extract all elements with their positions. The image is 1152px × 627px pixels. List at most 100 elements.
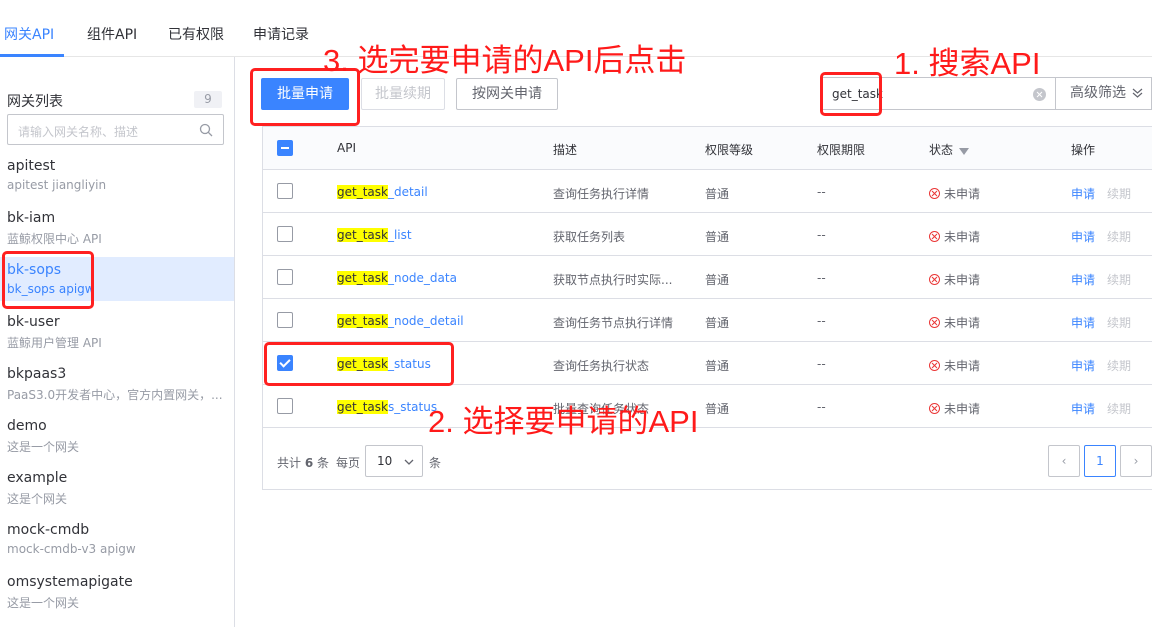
advanced-filter-button[interactable]: 高级筛选: [1055, 77, 1152, 110]
gateway-name: bkpaas3: [7, 366, 67, 382]
api-name-link[interactable]: get_task_node_detail: [337, 314, 464, 328]
gateway-count-badge: 9: [194, 91, 222, 108]
select-all-checkbox[interactable]: [277, 140, 293, 156]
gateway-desc: 这是一个网关: [7, 440, 80, 454]
api-name-rest: _detail: [387, 185, 428, 199]
gateway-search-input[interactable]: 请输入网关名称、描述: [7, 114, 224, 145]
total-prefix: 共计: [277, 456, 302, 470]
api-ops: 申请 续期: [1071, 271, 1131, 288]
gateway-item-apitest[interactable]: apitest apitest jiangliyin: [0, 153, 234, 197]
api-expire: --: [817, 185, 826, 199]
gateway-list-title: 网关列表: [7, 94, 63, 110]
api-status-label: 未申请: [944, 187, 981, 201]
api-name-link[interactable]: get_task_list: [337, 228, 412, 242]
batch-renew-button[interactable]: 批量续期: [361, 78, 445, 110]
page-number-button[interactable]: 1: [1084, 445, 1116, 477]
renew-link[interactable]: 续期: [1107, 273, 1131, 287]
per-page-label: 每页: [336, 456, 361, 470]
apply-link[interactable]: 申请: [1071, 316, 1095, 330]
gateway-item-omsystemapigate[interactable]: omsystemapigate 这是一个网关: [0, 569, 234, 613]
prev-page-button[interactable]: ‹: [1048, 445, 1080, 477]
total-count: 共计 6 条: [277, 454, 329, 471]
api-ops: 申请 续期: [1071, 400, 1131, 417]
api-name-rest: _node_detail: [387, 314, 464, 328]
gateway-desc: PaaS3.0开发者中心，官方内置网关，...: [7, 388, 223, 402]
api-status-label: 未申请: [944, 230, 981, 244]
api-name-link[interactable]: get_task_node_data: [337, 271, 457, 285]
row-checkbox[interactable]: [277, 269, 293, 285]
api-expire: --: [817, 314, 826, 328]
renew-link[interactable]: 续期: [1107, 402, 1131, 416]
gateway-name: apitest: [7, 158, 56, 174]
row-checkbox[interactable]: [277, 312, 293, 328]
tab-gateway-api[interactable]: 网关API: [4, 24, 54, 44]
gateway-item-demo[interactable]: demo 这是一个网关: [0, 413, 234, 457]
close-circle-icon: [929, 403, 940, 414]
api-ops: 申请 续期: [1071, 357, 1131, 374]
renew-link[interactable]: 续期: [1107, 187, 1131, 201]
total-suffix: 条: [317, 456, 330, 470]
gateway-name: omsystemapigate: [7, 574, 133, 590]
next-page-button[interactable]: ›: [1120, 445, 1152, 477]
header-expire: 权限期限: [817, 143, 866, 157]
api-name-rest: _node_data: [387, 271, 457, 285]
filter-icon[interactable]: [959, 148, 970, 155]
api-ops: 申请 续期: [1071, 228, 1131, 245]
api-level: 普通: [705, 230, 730, 244]
close-circle-icon: [929, 317, 940, 328]
api-status: 未申请: [929, 228, 980, 245]
api-name-highlight: get_task: [337, 400, 388, 414]
gateway-item-bkpaas3[interactable]: bkpaas3 PaaS3.0开发者中心，官方内置网关，...: [0, 361, 234, 405]
renew-link[interactable]: 续期: [1107, 359, 1131, 373]
api-name-link[interactable]: get_task_detail: [337, 185, 428, 199]
gateway-search-placeholder: 请输入网关名称、描述: [18, 125, 139, 139]
apply-link[interactable]: 申请: [1071, 359, 1095, 373]
row-checkbox[interactable]: [277, 398, 293, 414]
api-name-highlight: get_task: [337, 314, 388, 328]
chevron-left-icon: ‹: [1061, 454, 1067, 468]
gateway-name: bk-iam: [7, 210, 56, 226]
close-circle-icon: [929, 231, 940, 242]
annotation-box-search: [820, 72, 882, 116]
api-desc: 查询任务节点执行详情: [553, 316, 674, 330]
per-page-select[interactable]: 10: [365, 445, 423, 477]
api-expire: --: [817, 228, 826, 242]
gateway-desc: 这是个网关: [7, 492, 68, 506]
header-status-label: 状态: [929, 143, 954, 157]
apply-link[interactable]: 申请: [1071, 273, 1095, 287]
gateway-item-bk-user[interactable]: bk-user 蓝鲸用户管理 API: [0, 309, 234, 353]
clear-icon[interactable]: [1033, 88, 1046, 101]
gateway-item-mock-cmdb[interactable]: mock-cmdb mock-cmdb-v3 apigw: [0, 517, 234, 561]
api-status: 未申请: [929, 400, 980, 417]
apply-link[interactable]: 申请: [1071, 402, 1095, 416]
row-checkbox[interactable]: [277, 183, 293, 199]
table-row: get_task_detail 查询任务执行详情 普通 -- 未申请 申请 续期: [263, 170, 1152, 213]
apply-link[interactable]: 申请: [1071, 187, 1095, 201]
api-status-label: 未申请: [944, 402, 981, 416]
api-expire: --: [817, 271, 826, 285]
tab-apply-records[interactable]: 申请记录: [253, 24, 309, 44]
gateway-item-example[interactable]: example 这是个网关: [0, 465, 234, 509]
api-level: 普通: [705, 316, 730, 330]
gateway-name: bk-user: [7, 314, 60, 330]
tab-existing-permissions[interactable]: 已有权限: [168, 24, 224, 44]
api-name-highlight: get_task: [337, 185, 388, 199]
chevron-down-icon: [404, 459, 414, 465]
gateway-desc: mock-cmdb-v3 apigw: [7, 542, 136, 556]
apply-by-gateway-button[interactable]: 按网关申请: [456, 78, 558, 110]
renew-link[interactable]: 续期: [1107, 316, 1131, 330]
api-name-link[interactable]: get_tasks_status: [337, 400, 437, 414]
api-level: 普通: [705, 273, 730, 287]
tab-component-api[interactable]: 组件API: [87, 24, 137, 44]
close-circle-icon: [929, 274, 940, 285]
api-expire: --: [817, 400, 826, 414]
renew-link[interactable]: 续期: [1107, 230, 1131, 244]
apply-link[interactable]: 申请: [1071, 230, 1095, 244]
gateway-item-bk-iam[interactable]: bk-iam 蓝鲸权限中心 API: [0, 205, 234, 249]
gateway-name: mock-cmdb: [7, 522, 90, 538]
row-checkbox[interactable]: [277, 226, 293, 242]
api-status: 未申请: [929, 357, 980, 374]
api-desc: 查询任务执行状态: [553, 359, 650, 373]
api-ops: 申请 续期: [1071, 314, 1131, 331]
header-ops: 操作: [1071, 143, 1096, 157]
